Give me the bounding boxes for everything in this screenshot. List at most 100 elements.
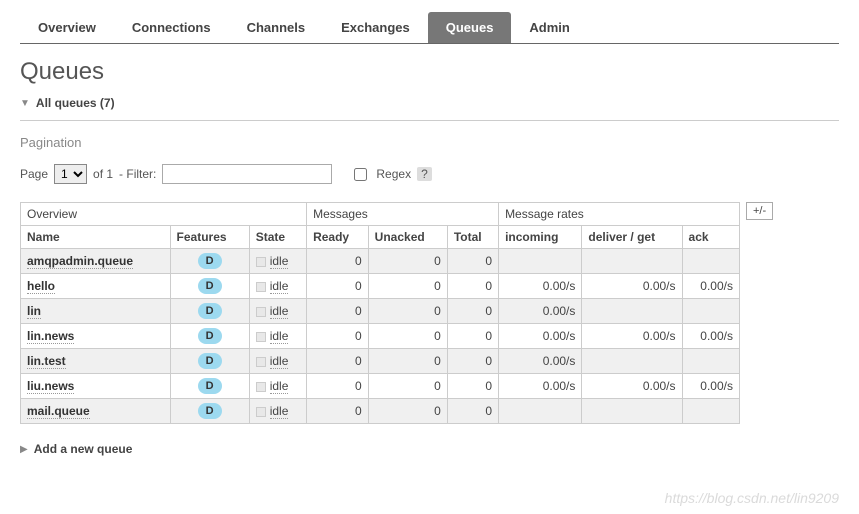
page-label: Page: [20, 167, 48, 181]
feature-badge: D: [198, 303, 222, 319]
cell-unacked: 0: [368, 399, 447, 424]
tab-overview[interactable]: Overview: [20, 12, 114, 43]
cell-deliver: [582, 349, 682, 374]
col-unacked[interactable]: Unacked: [368, 226, 447, 249]
add-queue-toggle[interactable]: ▶ Add a new queue: [20, 442, 839, 456]
tab-exchanges[interactable]: Exchanges: [323, 12, 428, 43]
pagination-controls: Page 1 of 1 - Filter: Regex ?: [20, 164, 839, 184]
chevron-down-icon: ▼: [20, 98, 30, 109]
all-queues-toggle[interactable]: ▼ All queues (7): [20, 92, 839, 121]
state-icon: [256, 307, 266, 317]
group-messages: Messages: [307, 203, 499, 226]
cell-ack: [682, 249, 739, 274]
cell-ready: 0: [307, 274, 369, 299]
columns-toggle-button[interactable]: +/-: [746, 202, 773, 220]
cell-deliver: [582, 249, 682, 274]
state-text: idle: [270, 379, 289, 394]
cell-ack: 0.00/s: [682, 324, 739, 349]
table-row: mail.queueDidle000: [21, 399, 740, 424]
table-row: linDidle0000.00/s: [21, 299, 740, 324]
table-row: liu.newsDidle0000.00/s0.00/s0.00/s: [21, 374, 740, 399]
cell-total: 0: [447, 399, 498, 424]
table-row: amqpadmin.queueDidle000: [21, 249, 740, 274]
filter-label: - Filter:: [119, 167, 156, 181]
cell-total: 0: [447, 324, 498, 349]
cell-deliver: 0.00/s: [582, 274, 682, 299]
cell-total: 0: [447, 299, 498, 324]
cell-incoming: [499, 399, 582, 424]
tab-admin[interactable]: Admin: [511, 12, 587, 43]
cell-incoming: 0.00/s: [499, 349, 582, 374]
cell-ready: 0: [307, 399, 369, 424]
cell-total: 0: [447, 349, 498, 374]
filter-input[interactable]: [162, 164, 332, 184]
cell-unacked: 0: [368, 249, 447, 274]
table-row: helloDidle0000.00/s0.00/s0.00/s: [21, 274, 740, 299]
queue-link[interactable]: amqpadmin.queue: [27, 254, 133, 269]
page-select[interactable]: 1: [54, 164, 87, 184]
cell-deliver: 0.00/s: [582, 374, 682, 399]
state-text: idle: [270, 329, 289, 344]
cell-ready: 0: [307, 249, 369, 274]
cell-deliver: [582, 399, 682, 424]
queue-link[interactable]: lin.test: [27, 354, 66, 369]
table-row: lin.newsDidle0000.00/s0.00/s0.00/s: [21, 324, 740, 349]
page-of-text: of 1: [93, 167, 113, 181]
feature-badge: D: [198, 378, 222, 394]
tab-channels[interactable]: Channels: [229, 12, 324, 43]
col-ready[interactable]: Ready: [307, 226, 369, 249]
col-total[interactable]: Total: [447, 226, 498, 249]
add-queue-label: Add a new queue: [34, 442, 133, 456]
all-queues-label: All queues (7): [36, 96, 115, 110]
cell-ack: 0.00/s: [682, 274, 739, 299]
cell-incoming: 0.00/s: [499, 274, 582, 299]
queue-link[interactable]: liu.news: [27, 379, 74, 394]
regex-label: Regex: [376, 167, 411, 181]
queues-table: Overview Messages Message rates Name Fea…: [20, 202, 740, 424]
state-text: idle: [270, 404, 289, 419]
state-icon: [256, 282, 266, 292]
queue-link[interactable]: lin: [27, 304, 41, 319]
cell-unacked: 0: [368, 349, 447, 374]
col-incoming[interactable]: incoming: [499, 226, 582, 249]
feature-badge: D: [198, 278, 222, 294]
queue-link[interactable]: hello: [27, 279, 55, 294]
cell-incoming: 0.00/s: [499, 324, 582, 349]
pagination-heading: Pagination: [20, 135, 839, 150]
group-message-rates: Message rates: [499, 203, 740, 226]
regex-checkbox[interactable]: [354, 168, 367, 181]
feature-badge: D: [198, 328, 222, 344]
cell-ready: 0: [307, 374, 369, 399]
tab-connections[interactable]: Connections: [114, 12, 229, 43]
state-text: idle: [270, 254, 289, 269]
cell-unacked: 0: [368, 274, 447, 299]
state-text: idle: [270, 279, 289, 294]
cell-total: 0: [447, 249, 498, 274]
table-row: lin.testDidle0000.00/s: [21, 349, 740, 374]
regex-help-icon[interactable]: ?: [417, 167, 432, 181]
chevron-right-icon: ▶: [20, 444, 28, 455]
cell-incoming: 0.00/s: [499, 374, 582, 399]
queue-link[interactable]: lin.news: [27, 329, 74, 344]
state-text: idle: [270, 304, 289, 319]
cell-ready: 0: [307, 299, 369, 324]
queue-link[interactable]: mail.queue: [27, 404, 90, 419]
cell-ack: 0.00/s: [682, 374, 739, 399]
col-ack[interactable]: ack: [682, 226, 739, 249]
cell-ack: [682, 399, 739, 424]
main-tabs: Overview Connections Channels Exchanges …: [20, 12, 839, 44]
state-icon: [256, 407, 266, 417]
cell-unacked: 0: [368, 374, 447, 399]
cell-ack: [682, 349, 739, 374]
cell-deliver: [582, 299, 682, 324]
col-state[interactable]: State: [249, 226, 306, 249]
col-name[interactable]: Name: [21, 226, 171, 249]
col-deliver[interactable]: deliver / get: [582, 226, 682, 249]
col-features[interactable]: Features: [170, 226, 249, 249]
cell-total: 0: [447, 374, 498, 399]
cell-incoming: [499, 249, 582, 274]
tab-queues[interactable]: Queues: [428, 12, 512, 43]
cell-ready: 0: [307, 324, 369, 349]
cell-deliver: 0.00/s: [582, 324, 682, 349]
state-text: idle: [270, 354, 289, 369]
